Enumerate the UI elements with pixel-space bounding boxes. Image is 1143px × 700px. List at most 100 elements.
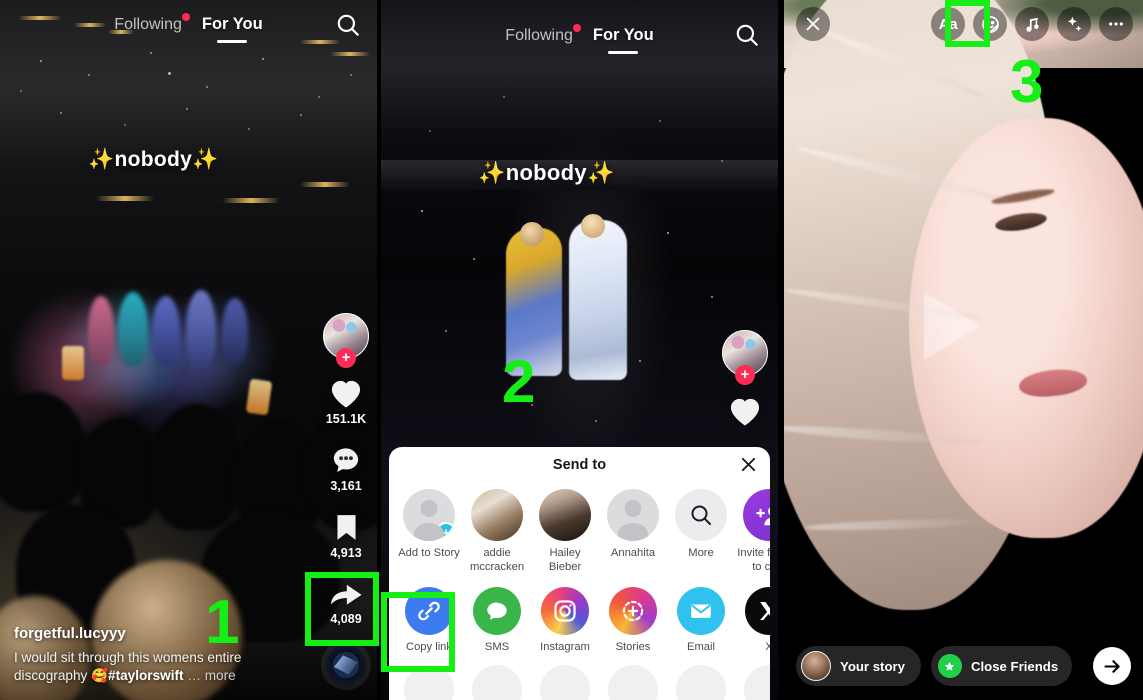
share-target-add-to-story[interactable]: + Add to Story [395,489,463,574]
contact-avatar [471,489,523,541]
annotation-number-2: 2 [502,348,536,415]
annotation-number-3: 3 [1010,48,1044,115]
sparkle-icon-right: ✨ [192,148,219,171]
share-target-annahita[interactable]: Annahita [599,489,667,574]
annotation-number-1: 1 [205,588,240,657]
ghost-item[interactable] [667,664,735,700]
share-app-sms[interactable]: SMS [463,587,531,655]
overlay-text-2: nobody [505,160,587,185]
your-story-label: Your story [840,658,905,674]
feed-top-nav: Following For You [0,12,377,34]
share-target-label: Hailey Bieber [548,547,582,573]
follow-plus-badge[interactable]: + [336,348,356,368]
share-target-invite-friends[interactable]: Invite friends to chat [735,489,770,574]
arrow-right-icon[interactable] [1093,647,1131,685]
comment-icon [330,445,362,476]
close-icon[interactable] [739,455,758,474]
video-text-overlay-2: ✨nobody✨ [478,160,615,186]
envelope-icon [677,587,725,636]
music-disc-icon[interactable] [326,645,366,685]
ghost-item[interactable] [735,664,770,700]
music-note-icon[interactable] [1015,7,1049,41]
sparkle-icon-left: ✨ [88,148,115,171]
caption-emoji: 🥰 [91,668,109,684]
share-target-addie-mccracken[interactable]: addie mccracken [463,489,531,574]
like-button[interactable]: 151.1K [326,378,366,426]
annotation-box-sticker-tool [945,0,990,47]
share-target-hailey-bieber[interactable]: Hailey Bieber [531,489,599,574]
story-editor-bottom-bar: Your story Close Friends [784,632,1143,700]
search-icon-3 [675,489,727,541]
invite-friends-icon [743,489,770,541]
share-app-x[interactable]: X [735,587,770,655]
sparkle-icon-right-2: ✨ [586,160,615,185]
heart-icon [329,378,363,409]
share-app-label: Stories [615,641,651,654]
caption-hashtag[interactable]: #taylorswift [108,668,184,683]
caption-more-link[interactable]: more [205,668,236,683]
share-app-instagram[interactable]: Instagram [531,587,599,655]
share-target-label: addie mccracken [469,547,525,573]
share-app-stories[interactable]: Stories [599,587,667,655]
share-app-label: Email [687,641,715,654]
video-text-overlay: ✨nobody✨ [88,148,219,172]
bookmark-button[interactable]: 4,913 [330,512,362,560]
bookmark-count: 4,913 [330,546,362,560]
feed-action-rail-2: + [722,330,768,427]
more-dots-icon[interactable] [1099,7,1133,41]
contact-avatar-default [607,489,659,541]
heart-icon-2 [728,396,762,427]
close-icon[interactable] [796,7,830,41]
share-app-email[interactable]: Email [667,587,735,655]
share-target-label: Annahita [610,547,656,559]
caption-ellipsis: … [183,668,205,684]
share-app-label: SMS [484,641,510,654]
overlay-text: nobody [114,148,193,171]
message-icon [473,587,521,636]
comment-count: 3,161 [330,479,362,493]
x-logo-icon [745,587,770,636]
share-contacts-row: + Add to Story addie mccracken Hailey Bi… [389,489,770,574]
tab-for-you[interactable]: For You [202,15,263,34]
your-story-button[interactable]: Your story [796,646,921,686]
following-notification-dot [181,12,190,21]
author-avatar-2[interactable]: + [722,330,768,385]
ghost-item[interactable] [531,664,599,700]
tab-following-2[interactable]: Following [505,23,581,45]
tab-for-you-2[interactable]: For You [593,26,654,45]
stories-icon [609,587,657,636]
tab-for-you-label: For You [201,15,263,33]
close-friends-label: Close Friends [970,658,1059,674]
share-target-more[interactable]: More [667,489,735,574]
share-sheet-title: Send to [552,457,607,473]
tab-following-label-2: Following [505,26,573,44]
close-friends-star-icon [937,654,962,678]
sparkle-effects-icon[interactable] [1057,7,1091,41]
ghost-item[interactable] [599,664,667,700]
share-sheet-header: Send to [389,447,770,483]
share-app-label: Instagram [540,641,590,654]
follow-plus-badge-2[interactable]: + [735,365,755,385]
feed-top-nav-2: Following For You [381,23,778,45]
user-avatar [801,651,831,681]
add-to-story-avatar: + [403,489,455,541]
close-friends-button[interactable]: Close Friends [930,646,1073,686]
play-triangle-icon[interactable] [924,292,980,360]
add-plus-badge: + [436,522,455,541]
share-target-label: Invite friends to chat [737,547,770,573]
author-avatar[interactable]: + [323,313,369,368]
sparkle-icon-left-2: ✨ [478,160,506,185]
panel-instagram-story-editor: Aa Your story Close Friends [784,0,1143,700]
share-app-label: X [765,641,770,654]
screenshot-stage: Following For You ✨nobody✨ + 151.1K 3,16… [0,0,1143,700]
tab-following[interactable]: Following [114,12,190,34]
ghost-item[interactable] [463,664,531,700]
following-notification-dot-2 [572,23,581,32]
like-button-2[interactable] [728,396,762,427]
instagram-icon [541,587,589,636]
bookmark-icon [333,512,360,543]
comment-button[interactable]: 3,161 [330,445,362,493]
tab-following-label: Following [114,15,182,33]
share-target-label: More [688,547,714,559]
annotation-box-share-button [305,572,379,646]
